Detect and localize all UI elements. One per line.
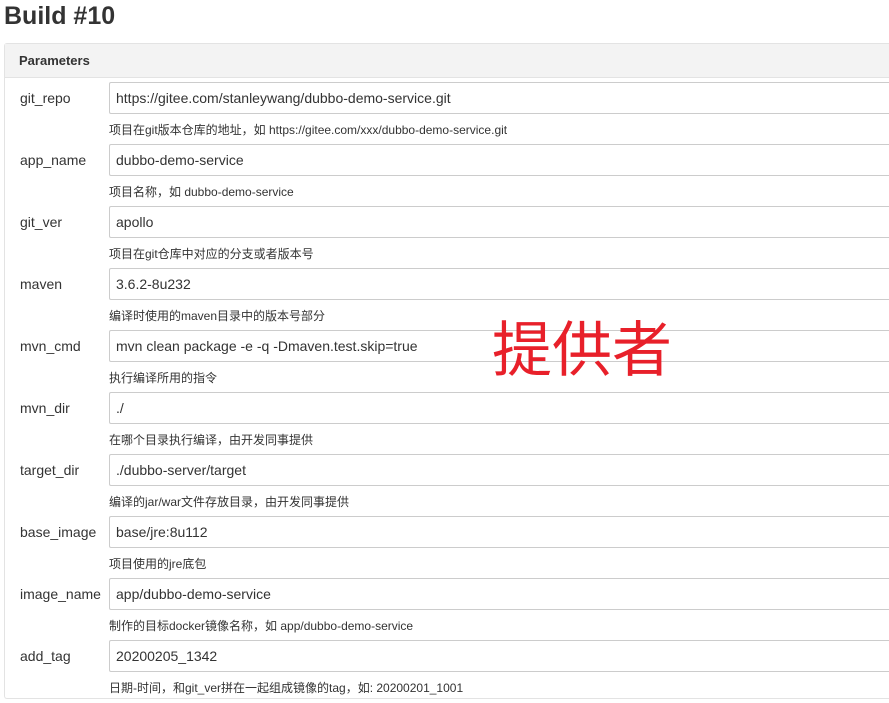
- param-label: add_tag: [20, 648, 71, 664]
- param-row-add-tag: add_tag 日期-时间，和git_ver拼在一起组成镜像的tag，如: 20…: [5, 640, 889, 702]
- provider-annotation: 提供者: [492, 316, 672, 386]
- image-name-input[interactable]: [109, 578, 889, 610]
- parameters-panel: Parameters git_repo 项目在git版本仓库的地址，如 http…: [4, 43, 889, 699]
- git-repo-input[interactable]: [109, 82, 889, 114]
- param-row-mvn-cmd: mvn_cmd 执行编译所用的指令: [5, 330, 889, 392]
- param-description: 项目使用的jre底包: [109, 557, 207, 571]
- param-description: 项目在git版本仓库的地址，如 https://gitee.com/xxx/du…: [109, 123, 508, 137]
- base-image-input[interactable]: [109, 516, 889, 548]
- add-tag-input[interactable]: [109, 640, 889, 672]
- param-row-maven: maven 编译时使用的maven目录中的版本号部分: [5, 268, 889, 330]
- param-row-target-dir: target_dir 编译的jar/war文件存放目录，由开发同事提供: [5, 454, 889, 516]
- param-description: 编译时使用的maven目录中的版本号部分: [109, 309, 326, 323]
- param-row-base-image: base_image 项目使用的jre底包: [5, 516, 889, 578]
- app-name-input[interactable]: [109, 144, 889, 176]
- param-description: 制作的目标docker镜像名称，如 app/dubbo-demo-service: [109, 619, 414, 633]
- param-label: mvn_cmd: [20, 338, 81, 354]
- maven-input[interactable]: [109, 268, 889, 300]
- parameters-header: Parameters: [5, 44, 889, 78]
- param-label: app_name: [20, 152, 87, 168]
- param-row-mvn-dir: mvn_dir 在哪个目录执行编译，由开发同事提供: [5, 392, 889, 454]
- param-row-git-repo: git_repo 项目在git版本仓库的地址，如 https://gitee.c…: [5, 82, 889, 144]
- param-row-app-name: app_name 项目名称，如 dubbo-demo-service: [5, 144, 889, 206]
- param-description: 编译的jar/war文件存放目录，由开发同事提供: [109, 495, 350, 509]
- param-row-image-name: image_name 制作的目标docker镜像名称，如 app/dubbo-d…: [5, 578, 889, 640]
- param-label: target_dir: [20, 462, 80, 478]
- param-description: 日期-时间，和git_ver拼在一起组成镜像的tag，如: 20200201_1…: [109, 681, 464, 695]
- param-label: base_image: [20, 524, 97, 540]
- param-label: git_ver: [20, 214, 63, 230]
- target-dir-input[interactable]: [109, 454, 889, 486]
- param-label: mvn_dir: [20, 400, 70, 416]
- param-label: image_name: [20, 586, 101, 602]
- param-description: 执行编译所用的指令: [109, 371, 218, 385]
- param-row-git-ver: git_ver 项目在git仓库中对应的分支或者版本号: [5, 206, 889, 268]
- param-description: 在哪个目录执行编译，由开发同事提供: [109, 433, 314, 447]
- param-label: git_repo: [20, 90, 71, 106]
- param-description: 项目名称，如 dubbo-demo-service: [109, 185, 294, 199]
- git-ver-input[interactable]: [109, 206, 889, 238]
- param-description: 项目在git仓库中对应的分支或者版本号: [109, 247, 314, 261]
- param-label: maven: [20, 276, 63, 292]
- mvn-dir-input[interactable]: [109, 392, 889, 424]
- page-title: Build #10: [4, 2, 116, 30]
